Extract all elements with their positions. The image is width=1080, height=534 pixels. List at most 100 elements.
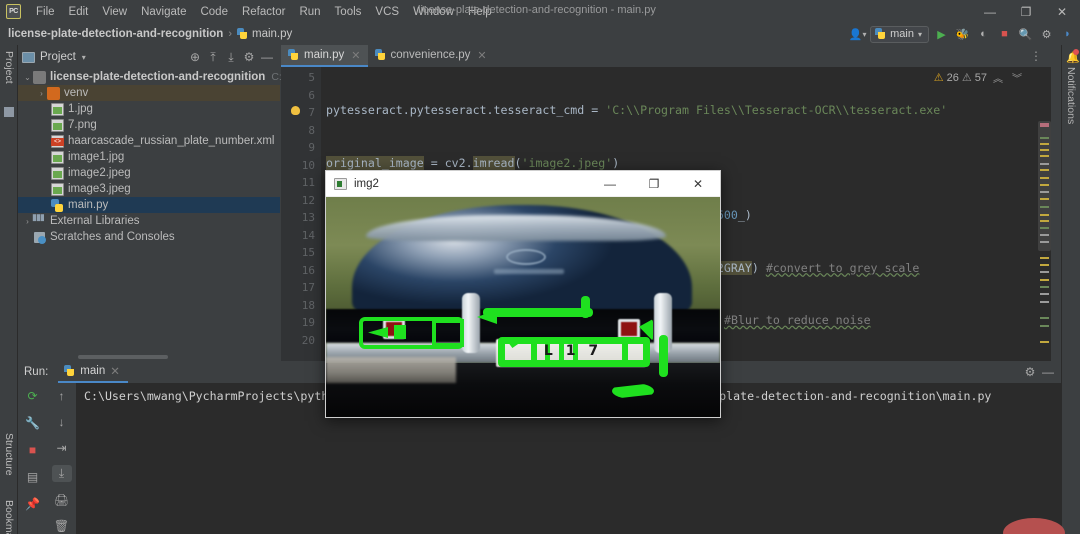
project-files-icon[interactable] <box>4 107 14 117</box>
menu-view[interactable]: View <box>95 3 134 21</box>
collapse-all-icon[interactable]: ⤓ <box>222 48 240 66</box>
menu-code[interactable]: Code <box>193 3 235 21</box>
tool-window-structure[interactable]: Structure <box>3 433 15 476</box>
run-configuration-selector[interactable]: main ▾ <box>870 25 929 43</box>
close-icon[interactable]: ✕ <box>110 364 120 378</box>
tree-item-project-root[interactable]: ⌄ license-plate-detection-and-recognitio… <box>18 69 324 85</box>
tree-item-scratches[interactable]: Scratches and Consoles <box>18 229 280 245</box>
tool-window-bookmarks[interactable]: Bookmarks <box>3 500 15 534</box>
pycharm-window: PC File Edit View Navigate Code Refactor… <box>0 0 1080 534</box>
weak-warning-count: 57 <box>974 71 987 84</box>
marker <box>1040 271 1049 273</box>
search-everywhere-icon[interactable]: 🔍 <box>1017 26 1034 43</box>
menu-run[interactable]: Run <box>292 3 327 21</box>
tree-item-venv[interactable]: › venv <box>18 85 280 101</box>
image-close-button[interactable]: ✕ <box>676 171 720 197</box>
tree-item-image3jpeg[interactable]: image3.jpeg <box>18 181 280 197</box>
tab-mainpy[interactable]: main.py ✕ <box>281 45 368 67</box>
profile-icon[interactable]: ◗ <box>1059 26 1076 43</box>
tab-label: main.py <box>304 49 345 61</box>
settings-icon[interactable]: ⚙ <box>1021 363 1039 381</box>
menu-refactor[interactable]: Refactor <box>235 3 292 21</box>
project-panel-horizontal-scrollbar[interactable] <box>78 355 168 359</box>
run-panel-label: Run: <box>24 366 49 378</box>
breadcrumb-project[interactable]: license-plate-detection-and-recognition <box>8 28 223 40</box>
image-minimize-button[interactable]: — <box>588 171 632 197</box>
marker <box>1040 123 1049 127</box>
close-icon[interactable]: ✕ <box>477 49 486 62</box>
tree-item-haarcascade-xml[interactable]: haarcascade_russian_plate_number.xml <box>18 133 280 149</box>
menu-tools[interactable]: Tools <box>328 3 369 21</box>
locate-icon[interactable]: ⊕ <box>186 48 204 66</box>
hide-panel-icon[interactable]: — <box>258 48 276 66</box>
next-problem-icon[interactable]: ︾ <box>1009 70 1025 85</box>
run-toolbar-column-left: ⟳ 🔧 ■ ▤ 📌 <box>18 383 47 534</box>
image-file-icon <box>51 102 64 116</box>
intention-bulb-icon[interactable] <box>291 106 300 115</box>
tree-item-label: External Libraries <box>50 215 140 227</box>
image-maximize-button[interactable]: ❐ <box>632 171 676 197</box>
contour-bumper-line <box>483 308 593 317</box>
navbar-actions: 👤 ▾ main ▾ ▶ 🐝 ◐ ■ 🔍 ⚙ ◗ <box>849 23 1076 45</box>
run-icon[interactable]: ▶ <box>933 26 950 43</box>
up-arrow-icon[interactable]: ↑ <box>52 387 72 404</box>
minimize-button[interactable]: — <box>972 0 1008 23</box>
line-number: 9 <box>308 141 315 154</box>
more-options-icon[interactable]: ⋮ <box>1024 49 1049 63</box>
settings-wrench-icon[interactable]: 🔧 <box>23 414 43 432</box>
marker <box>1040 220 1049 222</box>
settings-icon[interactable]: ⚙ <box>240 48 258 66</box>
window-controls: — ❐ ✕ <box>972 0 1080 23</box>
image-viewer-window[interactable]: img2 — ❐ ✕ L 1 7 <box>325 170 721 418</box>
expand-all-icon[interactable]: ⤒ <box>204 48 222 66</box>
layout-icon[interactable]: ▤ <box>23 468 43 486</box>
scratch-icon <box>33 231 46 244</box>
tool-window-notifications[interactable]: Notifications <box>1065 67 1077 124</box>
previous-problem-icon[interactable]: ︽ <box>990 70 1006 85</box>
menu-edit[interactable]: Edit <box>62 3 96 21</box>
menu-file[interactable]: File <box>29 3 62 21</box>
menu-vcs[interactable]: VCS <box>368 3 406 21</box>
close-button[interactable]: ✕ <box>1044 0 1080 23</box>
stop-icon[interactable]: ■ <box>996 26 1013 43</box>
inspection-widget[interactable]: ⚠ 26 ⚠ 57 ︽ ︾ <box>934 70 1025 86</box>
soft-wrap-icon[interactable]: ⇥ <box>52 439 72 456</box>
chevron-collapsed-icon[interactable]: › <box>36 89 47 98</box>
pin-icon[interactable]: 📌 <box>23 495 43 513</box>
line-number: 20 <box>301 333 315 347</box>
user-icon[interactable]: 👤 ▾ <box>849 26 867 43</box>
hide-panel-icon[interactable]: — <box>1039 363 1057 381</box>
run-tab-main[interactable]: main ✕ <box>58 362 128 383</box>
coverage-icon[interactable]: ◐ <box>975 26 992 43</box>
debug-icon[interactable]: 🐝 <box>954 26 971 43</box>
car-badge-text <box>494 269 564 274</box>
trash-icon[interactable]: 🗑 <box>52 517 72 534</box>
maximize-button[interactable]: ❐ <box>1008 0 1044 23</box>
tree-item-mainpy[interactable]: main.py <box>18 197 280 213</box>
scroll-to-end-icon[interactable]: ⤓ <box>51 465 72 482</box>
scrollbar-thumb[interactable] <box>1038 121 1051 251</box>
stop-icon[interactable]: ■ <box>23 441 43 459</box>
tab-conveniencepy[interactable]: convenience.py ✕ <box>368 45 494 67</box>
chevron-down-icon[interactable]: ▾ <box>82 53 86 62</box>
tree-item-image2jpeg[interactable]: image2.jpeg <box>18 165 280 181</box>
project-panel-header: Project ▾ ⊕ ⤒ ⤓ ⚙ — <box>18 45 280 69</box>
breadcrumb-file[interactable]: main.py <box>237 28 292 40</box>
tree-item-external-libraries[interactable]: › External Libraries <box>18 212 280 229</box>
marker <box>1040 206 1049 208</box>
down-arrow-icon[interactable]: ↓ <box>52 413 72 430</box>
line-number: 19 <box>301 316 315 329</box>
tree-item-7png[interactable]: 7.png <box>18 117 280 133</box>
tree-item-1jpg[interactable]: 1.jpg <box>18 101 280 117</box>
license-plate-text: L 1 7 <box>543 343 603 359</box>
menu-navigate[interactable]: Navigate <box>134 3 193 21</box>
editor-marker-scrollbar[interactable] <box>1038 89 1051 361</box>
python-file-icon <box>288 49 299 61</box>
print-icon[interactable]: 🖨 <box>52 491 72 508</box>
chevron-expanded-icon[interactable]: ⌄ <box>22 73 33 82</box>
tool-window-project[interactable]: Project <box>3 51 15 84</box>
settings-icon[interactable]: ⚙ <box>1038 26 1055 43</box>
close-icon[interactable]: ✕ <box>351 49 360 62</box>
tree-item-image1jpg[interactable]: image1.jpg <box>18 149 280 165</box>
rerun-icon[interactable]: ⟳ <box>23 387 43 405</box>
